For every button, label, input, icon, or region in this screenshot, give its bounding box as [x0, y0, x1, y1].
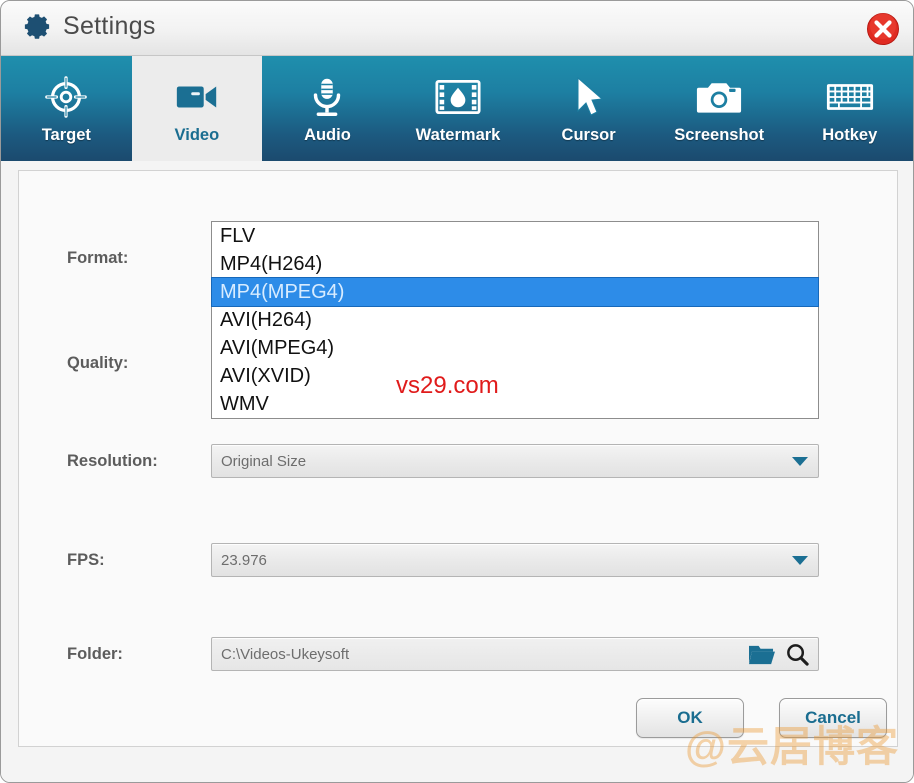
- tab-target[interactable]: Target: [1, 56, 132, 161]
- content-area: Format: FLV Quality: Resolution: Origina…: [1, 161, 914, 783]
- dropdown-option[interactable]: AVI(H264): [212, 306, 818, 334]
- tab-hotkey[interactable]: Hotkey: [784, 56, 914, 161]
- title-bar: Settings: [1, 1, 914, 56]
- dropdown-option-selected[interactable]: MP4(MPEG4): [212, 278, 818, 306]
- fps-label: FPS:: [67, 543, 105, 577]
- folder-input[interactable]: C:\Videos-Ukeysoft: [211, 637, 819, 671]
- video-settings-panel: Format: FLV Quality: Resolution: Origina…: [18, 170, 898, 747]
- resolution-select[interactable]: Original Size: [211, 444, 819, 478]
- tab-screenshot[interactable]: Screenshot: [654, 56, 785, 161]
- dropdown-option[interactable]: AVI(MPEG4): [212, 334, 818, 362]
- fps-select[interactable]: 23.976: [211, 543, 819, 577]
- format-dropdown-list[interactable]: FLV MP4(H264) MP4(MPEG4) AVI(H264) AVI(M…: [211, 221, 819, 419]
- folder-value: C:\Videos-Ukeysoft: [221, 638, 349, 671]
- keyboard-icon: [826, 74, 874, 120]
- cursor-arrow-icon: [569, 74, 609, 120]
- format-label: Format:: [67, 241, 128, 275]
- tab-label: Video: [175, 126, 220, 145]
- tab-label: Target: [42, 126, 91, 145]
- folder-open-icon[interactable]: [748, 642, 775, 672]
- dropdown-option[interactable]: FLV: [212, 222, 818, 250]
- settings-window: Settings Target: [0, 0, 914, 783]
- tab-cursor[interactable]: Cursor: [523, 56, 654, 161]
- chevron-down-icon: [792, 556, 808, 565]
- tab-video[interactable]: Video: [132, 56, 263, 161]
- cancel-button[interactable]: Cancel: [779, 698, 887, 738]
- camera-icon: [696, 74, 742, 120]
- dropdown-option[interactable]: MP4(H264): [212, 250, 818, 278]
- tab-audio[interactable]: Audio: [262, 56, 393, 161]
- resolution-value: Original Size: [221, 445, 306, 478]
- tab-bar: Target Video A: [1, 56, 914, 161]
- row-folder: Folder: C:\Videos-Ukeysoft: [19, 637, 897, 671]
- window-title: Settings: [63, 12, 156, 41]
- row-resolution: Resolution: Original Size: [19, 444, 897, 478]
- resolution-label: Resolution:: [67, 444, 158, 478]
- tab-label: Screenshot: [674, 126, 764, 145]
- folder-label: Folder:: [67, 637, 123, 671]
- dropdown-option[interactable]: WMV: [212, 390, 818, 418]
- gear-icon: [19, 12, 52, 45]
- target-icon: [43, 74, 89, 120]
- magnifier-icon[interactable]: [785, 642, 810, 672]
- row-fps: FPS: 23.976: [19, 543, 897, 577]
- close-icon[interactable]: [865, 11, 901, 47]
- fps-value: 23.976: [221, 544, 267, 577]
- tab-label: Cursor: [562, 126, 616, 145]
- microphone-icon: [304, 74, 350, 120]
- tab-label: Audio: [304, 126, 351, 145]
- quality-label: Quality:: [67, 346, 128, 380]
- chevron-down-icon: [792, 457, 808, 466]
- dropdown-option[interactable]: AVI(XVID): [212, 362, 818, 390]
- ok-button[interactable]: OK: [636, 698, 744, 738]
- video-camera-icon: [173, 74, 221, 120]
- tab-label: Watermark: [416, 126, 501, 145]
- tab-watermark[interactable]: Watermark: [393, 56, 524, 161]
- tab-label: Hotkey: [822, 126, 877, 145]
- folder-actions: [748, 642, 810, 672]
- watermark-icon: [435, 74, 481, 120]
